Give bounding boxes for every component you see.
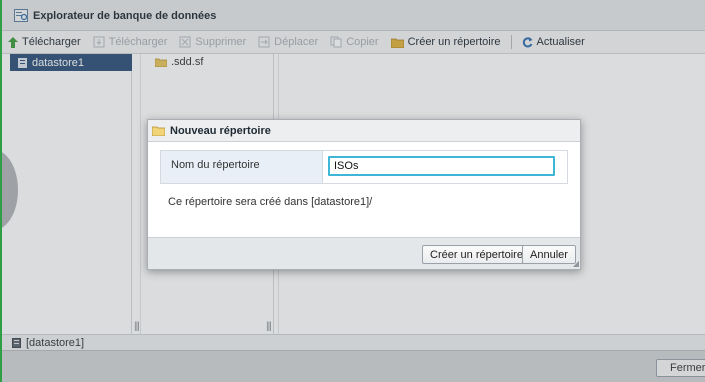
- resize-grip-icon[interactable]: ◢: [573, 259, 579, 268]
- new-directory-dialog: Nouveau répertoire Nom du répertoire Ce …: [147, 119, 581, 270]
- dialog-footer: Créer un répertoire Annuler ◢: [148, 237, 580, 269]
- window-accent-border: [0, 0, 2, 382]
- dialog-info-text: Ce répertoire sera créé dans [datastore1…: [168, 196, 373, 208]
- dialog-header: Nouveau répertoire: [148, 120, 580, 142]
- cancel-button[interactable]: Annuler: [522, 245, 576, 264]
- folder-icon: [152, 126, 165, 136]
- create-directory-button[interactable]: Créer un répertoire: [422, 245, 531, 264]
- directory-name-input[interactable]: [328, 156, 555, 176]
- dialog-title: Nouveau répertoire: [170, 124, 271, 137]
- directory-name-row: Nom du répertoire: [160, 150, 568, 184]
- directory-name-label: Nom du répertoire: [161, 151, 323, 183]
